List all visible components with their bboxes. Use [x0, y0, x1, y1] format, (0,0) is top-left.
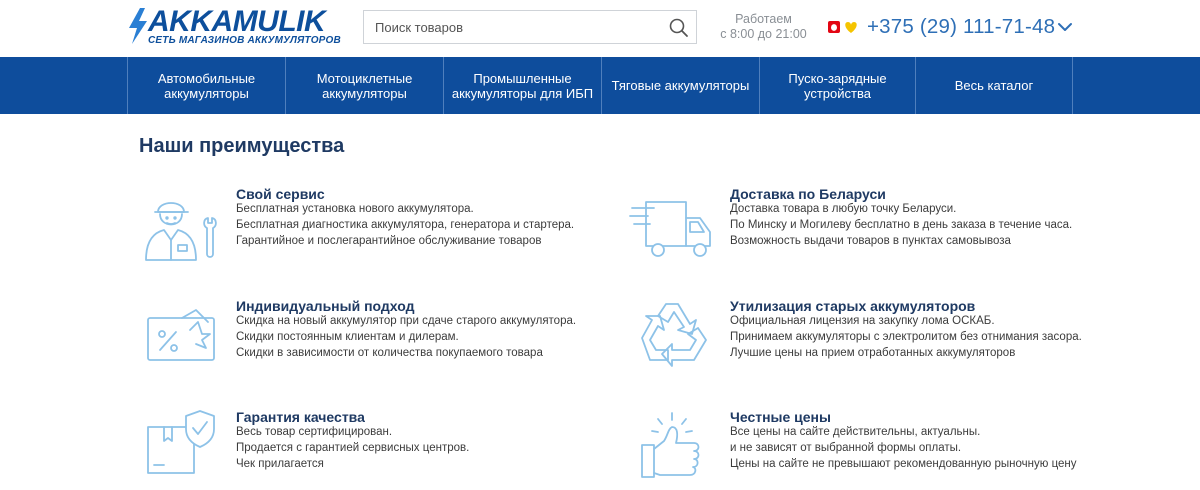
brand-name: AKKAMULIK — [148, 5, 326, 38]
working-hours: Работаем с 8:00 до 21:00 — [716, 12, 811, 42]
advantage-text: Бесплатная установка нового аккумулятора… — [236, 203, 474, 215]
life-icon — [845, 22, 857, 33]
mechanic-icon — [145, 202, 217, 261]
advantage-text: Доставка товара в любую точку Беларуси. — [730, 203, 957, 215]
certified-box-icon — [147, 410, 215, 474]
advantage-title: Утилизация старых аккумуляторов — [730, 298, 976, 314]
brand-tagline: СЕТЬ МАГАЗИНОВ АККУМУЛЯТОРОВ — [148, 35, 341, 46]
brand-logo[interactable]: AKKAMULIK СЕТЬ МАГАЗИНОВ АККУМУЛЯТОРОВ — [126, 5, 341, 48]
advantage-text: Чек прилагается — [236, 458, 324, 470]
advantage-title: Доставка по Беларуси — [730, 186, 886, 202]
hours-time: с 8:00 до 21:00 — [720, 27, 807, 41]
delivery-truck-icon — [629, 201, 711, 257]
advantage-text: Весь товар сертифицирован. — [236, 426, 393, 438]
nav-item-chargers[interactable]: Пуско-зарядные устройства — [759, 57, 915, 114]
nav-label-line2: аккумуляторы — [322, 85, 407, 101]
advantage-item: Свой сервис Бесплатная установка нового … — [136, 186, 596, 266]
search-input[interactable] — [364, 11, 654, 43]
advantage-title: Честные цены — [730, 409, 831, 425]
lightning-bolt-icon — [129, 8, 147, 44]
advantage-text: Скидка на новый аккумулятор при сдаче ст… — [236, 315, 577, 327]
operator-icons — [828, 21, 857, 33]
section-title: Наши преимущества — [139, 135, 345, 157]
advantage-text: Лучшие цены на прием отработанных аккуму… — [730, 347, 1016, 359]
advantage-text: Официальная лицензия на закупку лома ОСК… — [730, 315, 995, 327]
advantage-text: Бесплатная диагностика аккумулятора, ген… — [236, 219, 575, 231]
nav-label-line2: аккумуляторы — [164, 85, 249, 101]
advantage-text: Скидки постоянным клиентам и дилерам. — [236, 331, 459, 343]
advantage-title: Гарантия качества — [236, 409, 365, 425]
nav-item-moto-batteries[interactable]: Мотоциклетные аккумуляторы — [285, 57, 443, 114]
nav-item-car-batteries[interactable]: Автомобильные аккумуляторы — [127, 57, 285, 114]
advantage-item: Утилизация старых аккумуляторов Официаль… — [628, 298, 1098, 378]
nav-item-full-catalog[interactable]: Весь каталог — [915, 57, 1073, 114]
nav-label-line1: Тяговые аккумуляторы — [611, 78, 750, 93]
nav-item-traction-batteries[interactable]: Тяговые аккумуляторы — [601, 57, 759, 114]
advantage-item: Доставка по Беларуси Доставка товара в л… — [628, 186, 1098, 266]
advantage-text: Возможность выдачи товаров в пунктах сам… — [730, 235, 1011, 247]
nav-label-line1: Промышленные — [473, 70, 572, 86]
advantage-title: Свой сервис — [236, 186, 325, 202]
search-box — [363, 10, 697, 44]
advantage-text: и не зависят от выбранной формы оплаты. — [730, 442, 962, 454]
site-header: AKKAMULIK СЕТЬ МАГАЗИНОВ АККУМУЛЯТОРОВ Р… — [0, 0, 1200, 57]
advantage-text: Гарантийное и послегарантийное обслужива… — [236, 235, 542, 247]
discount-card-icon — [147, 309, 215, 361]
nav-label-line1: Автомобильные — [157, 70, 256, 86]
recycle-icon — [641, 303, 707, 367]
nav-label-line2: аккумуляторы для ИБП — [451, 85, 594, 101]
advantage-text: Скидки в зависимости от количества покуп… — [236, 347, 543, 359]
mts-icon — [828, 21, 840, 33]
catalog-nav: Автомобильные аккумуляторы Мотоциклетные а… — [0, 57, 1200, 114]
advantage-text: Все цены на сайте действительны, актуаль… — [730, 426, 981, 438]
hours-label: Работаем — [735, 12, 792, 26]
nav-label-line1: Пуско-зарядные — [788, 70, 887, 86]
phone-number[interactable]: +375 (29) 111-71-48 — [867, 15, 1055, 39]
nav-label-line2: устройства — [804, 85, 871, 101]
nav-item-ups-batteries[interactable]: Промышленные аккумуляторы для ИБП — [443, 57, 601, 114]
advantage-text: По Минску и Могилеву бесплатно в день за… — [730, 219, 1073, 231]
nav-label-line1: Весь каталог — [954, 78, 1034, 93]
advantage-item: Гарантия качества Весь товар сертифициро… — [136, 409, 596, 487]
advantage-title: Индивидуальный подход — [236, 298, 415, 314]
advantage-text: Продается с гарантией сервисных центров. — [236, 442, 470, 454]
chevron-down-icon[interactable] — [1057, 17, 1073, 37]
search-icon[interactable] — [668, 17, 690, 39]
advantage-text: Цены на сайте не превышают рекомендованн… — [730, 458, 1077, 470]
advantage-text: Принимаем аккумуляторы с электролитом бе… — [730, 331, 1082, 343]
advantage-item: Индивидуальный подход Скидка на новый ак… — [136, 298, 596, 378]
advantage-item: Честные цены Все цены на сайте действите… — [628, 409, 1098, 487]
thumbs-up-icon — [641, 412, 700, 478]
nav-label-line1: Мотоциклетные — [316, 70, 413, 86]
